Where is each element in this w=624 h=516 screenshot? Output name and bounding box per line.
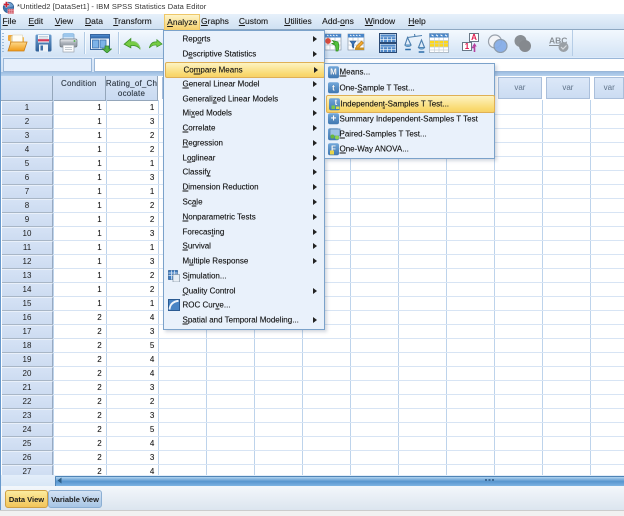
svg-text:1: 1 [465, 42, 470, 51]
svg-text:A: A [471, 33, 477, 42]
svg-text:t: t [335, 98, 338, 107]
